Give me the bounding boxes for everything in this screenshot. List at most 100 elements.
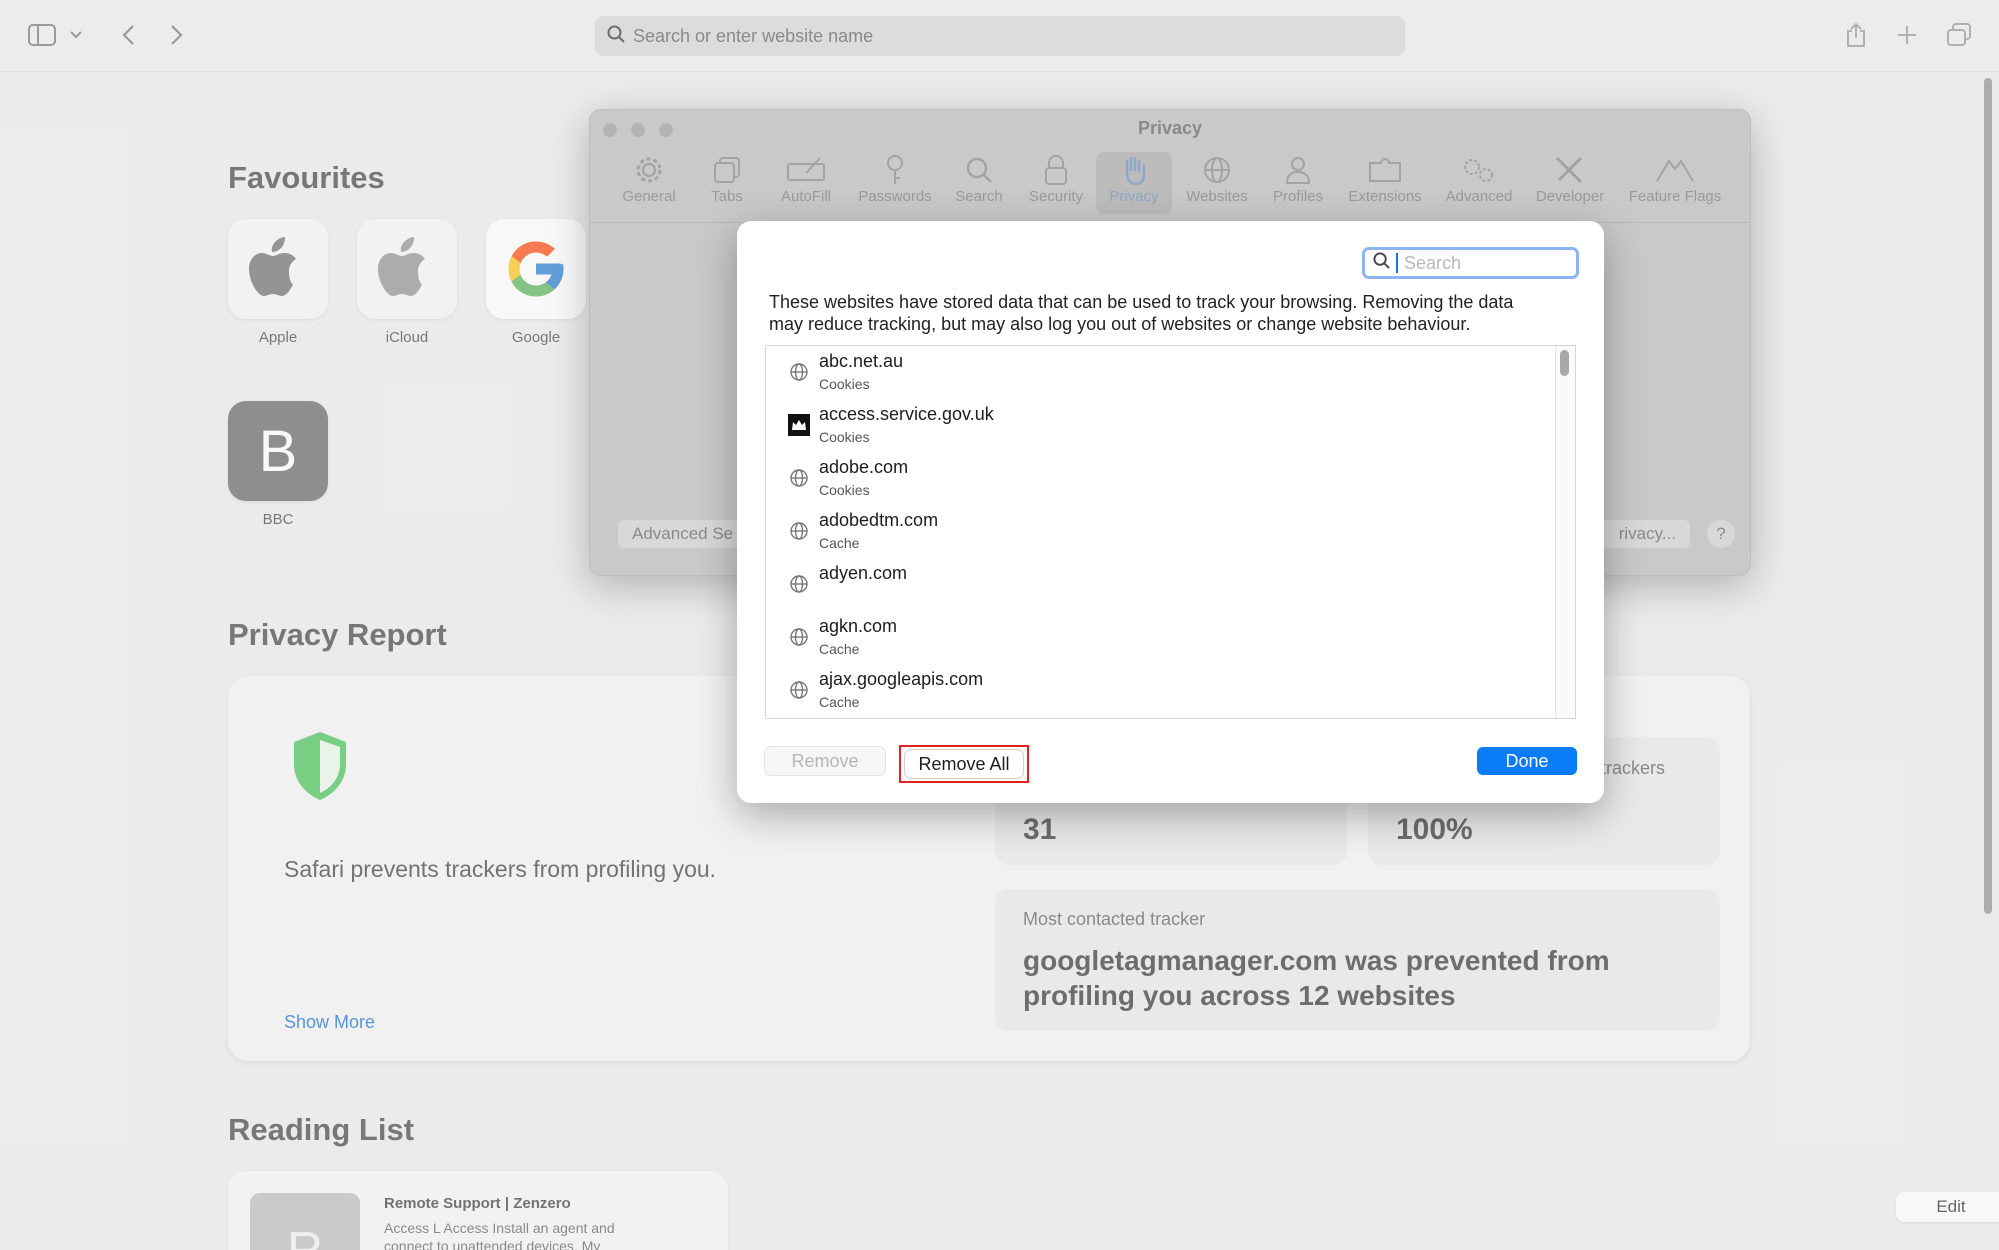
tab-search[interactable]: Search (951, 152, 1007, 214)
tab-label: General (622, 188, 676, 205)
remove-button[interactable]: Remove (765, 747, 885, 775)
website-data-sheet: These websites have stored data that can… (737, 221, 1604, 803)
globe-icon (788, 520, 810, 542)
tab-label: Passwords (858, 188, 932, 205)
tab-autofill[interactable]: AutoFill (774, 152, 838, 214)
list-item[interactable]: abc.net.au Cookies (766, 346, 1556, 399)
tab-label: Websites (1186, 188, 1248, 205)
globe-icon (788, 467, 810, 489)
sidebar-icon[interactable] (27, 20, 57, 50)
website-name: abc.net.au (819, 351, 904, 371)
lock-icon (1044, 152, 1068, 188)
sheet-description-line1: These websites have stored data that can… (769, 292, 1514, 312)
back-icon[interactable] (113, 20, 143, 50)
globe-icon (788, 679, 810, 701)
tab-advanced[interactable]: Advanced (1441, 152, 1517, 214)
website-data-type: Cache (819, 641, 860, 657)
website-data-list[interactable]: abc.net.au Cookies access.service.gov.uk… (765, 345, 1576, 719)
tab-websites[interactable]: Websites (1182, 152, 1252, 214)
chevron-down-icon[interactable] (66, 20, 86, 50)
gov-crown-icon (788, 414, 810, 436)
new-tab-icon[interactable] (1892, 20, 1922, 50)
tabs-icon (712, 152, 742, 188)
gears-icon (1460, 152, 1498, 188)
forward-icon[interactable] (162, 20, 192, 50)
website-name: ajax.googleapis.com (819, 669, 984, 689)
tab-overview-icon[interactable] (1944, 20, 1974, 50)
website-data-type: Cache (819, 535, 860, 551)
tab-privacy[interactable]: Privacy (1096, 152, 1172, 214)
done-button[interactable]: Done (1477, 747, 1577, 775)
address-bar-placeholder: Search or enter website name (633, 25, 874, 46)
tab-developer[interactable]: Developer (1532, 152, 1608, 214)
settings-title: Privacy (1137, 118, 1203, 138)
browser-toolbar: Search or enter website name (0, 0, 1999, 72)
globe-icon (1202, 152, 1232, 188)
website-name: access.service.gov.uk (819, 404, 994, 424)
list-item[interactable]: adobedtm.com Cache (766, 505, 1556, 558)
website-name: adobe.com (819, 457, 909, 477)
key-icon (883, 152, 907, 188)
tab-feature-flags[interactable]: Feature Flags (1622, 152, 1728, 214)
advanced-settings-label: Advanced Se (632, 524, 734, 543)
tools-icon (1553, 152, 1587, 188)
flags-icon (1651, 152, 1699, 188)
tab-profiles[interactable]: Profiles (1267, 152, 1329, 214)
website-data-type: Cookies (819, 482, 870, 498)
list-item[interactable]: adyen.com (766, 558, 1556, 611)
privacy-report-label: rivacy... (1618, 524, 1676, 543)
tab-passwords[interactable]: Passwords (855, 152, 935, 214)
text-caret (1396, 253, 1398, 273)
search-icon (607, 25, 625, 48)
tab-label: Profiles (1272, 188, 1324, 205)
tab-label: Privacy (1109, 188, 1159, 205)
tab-label: Extensions (1348, 188, 1422, 205)
website-search-field[interactable] (1362, 247, 1579, 279)
website-search-input[interactable] (1404, 252, 1564, 274)
search-icon (965, 152, 993, 188)
list-scrollbar[interactable] (1555, 346, 1575, 718)
website-name: adobedtm.com (819, 510, 939, 530)
address-bar[interactable]: Search or enter website name (595, 16, 1405, 56)
list-item[interactable]: access.service.gov.uk Cookies (766, 399, 1556, 452)
puzzle-icon (1367, 152, 1403, 188)
website-name: agkn.com (819, 616, 898, 636)
tab-label: Feature Flags (1628, 188, 1722, 205)
website-name: adyen.com (819, 563, 908, 583)
tab-label: Developer (1535, 188, 1605, 205)
tab-label: Search (955, 188, 1003, 205)
done-button-label: Done (1505, 750, 1549, 771)
tab-label: Advanced (1445, 188, 1513, 205)
remove-button-label: Remove (791, 750, 859, 771)
autofill-icon (786, 152, 826, 188)
share-icon[interactable] (1841, 20, 1871, 50)
tab-security[interactable]: Security (1024, 152, 1088, 214)
list-item[interactable]: adobe.com Cookies (766, 452, 1556, 505)
list-scrollbar-thumb[interactable] (1560, 350, 1569, 376)
tab-tabs[interactable]: Tabs (702, 152, 752, 214)
tab-general[interactable]: General (618, 152, 680, 214)
list-item[interactable]: agkn.com Cache (766, 611, 1556, 664)
advanced-settings-button[interactable]: Advanced Se (618, 520, 748, 548)
privacy-report-button[interactable]: rivacy... (1590, 520, 1690, 548)
remove-all-button[interactable]: Remove All (905, 750, 1023, 778)
website-data-type: Cookies (819, 429, 870, 445)
hand-icon (1120, 152, 1148, 188)
tab-label: Security (1028, 188, 1084, 205)
globe-icon (788, 573, 810, 595)
tab-label: Tabs (711, 188, 743, 205)
search-icon (1373, 252, 1390, 274)
list-item[interactable]: ajax.googleapis.com Cache (766, 664, 1556, 717)
tab-label: AutoFill (780, 188, 832, 205)
sheet-description-line2: may reduce tracking, but may also log yo… (769, 314, 1471, 334)
globe-icon (788, 626, 810, 648)
tab-extensions[interactable]: Extensions (1343, 152, 1427, 214)
globe-icon (788, 361, 810, 383)
sheet-description: These websites have stored data that can… (769, 291, 1569, 335)
website-data-type: Cookies (819, 376, 870, 392)
remove-all-highlight: Remove All (899, 745, 1029, 783)
help-button[interactable]: ? (1707, 520, 1735, 548)
person-icon (1284, 152, 1312, 188)
gear-icon (634, 152, 664, 188)
website-data-type: Cache (819, 694, 860, 710)
